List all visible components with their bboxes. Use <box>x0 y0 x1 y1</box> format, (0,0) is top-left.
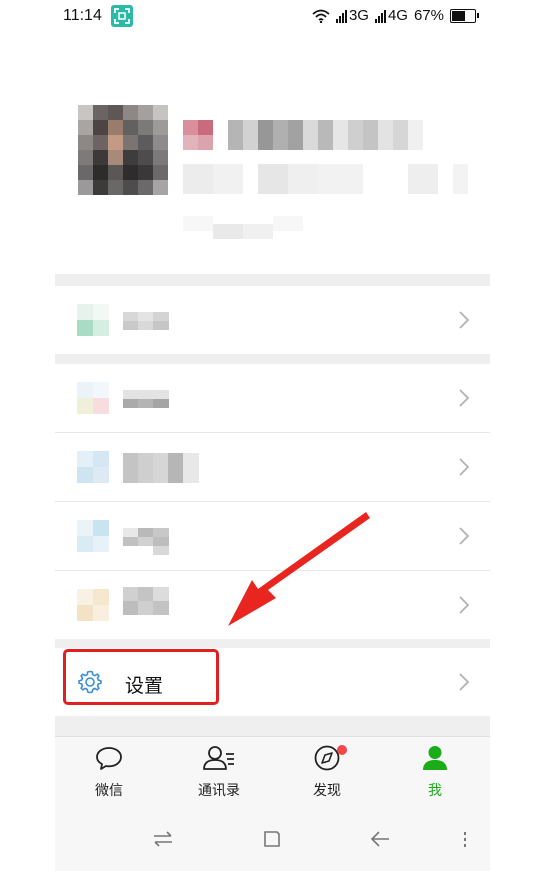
chevron-right-icon <box>459 596 470 614</box>
contacts-icon <box>203 746 234 770</box>
back-arrow-icon <box>370 831 389 847</box>
chevron-right-icon <box>459 458 470 476</box>
menu-item-5[interactable] <box>55 571 490 639</box>
tab-chats[interactable]: 微信 <box>69 745 149 800</box>
battery-icon <box>450 8 479 23</box>
screenshot-icon <box>111 5 133 27</box>
menu-item-1[interactable] <box>55 286 490 354</box>
menu-item-3-label <box>123 453 199 483</box>
menu-item-4-icon <box>77 520 109 552</box>
menu-item-3-icon <box>77 451 109 483</box>
menu-item-4[interactable] <box>55 502 490 570</box>
network-type-2: 4G <box>387 7 408 24</box>
section-gap <box>55 716 490 736</box>
menu-item-4-label <box>123 528 169 555</box>
chevron-right-icon <box>459 673 470 691</box>
menu-item-3[interactable] <box>55 433 490 501</box>
wifi-icon <box>312 9 330 23</box>
profile-header[interactable] <box>55 34 490 274</box>
battery-percent: 67% <box>413 7 444 24</box>
menu-item-2[interactable] <box>55 364 490 432</box>
menu-item-2-icon <box>77 382 109 414</box>
tab-contacts[interactable]: 通讯录 <box>179 745 259 800</box>
chevron-right-icon <box>459 527 470 545</box>
chevron-right-icon <box>459 389 470 407</box>
status-time: 11:14 <box>63 7 102 24</box>
menu-item-5-label <box>123 587 169 615</box>
section-gap <box>55 274 490 286</box>
menu-item-5-icon <box>77 589 109 621</box>
menu-dots-button[interactable] <box>452 826 478 852</box>
section-gap <box>55 354 490 364</box>
tab-me[interactable]: 我 <box>395 745 475 800</box>
network-type-1: 3G <box>348 7 369 24</box>
more-vertical-icon <box>464 832 466 847</box>
settings-item[interactable]: 设置 <box>55 648 490 716</box>
chat-bubble-icon <box>96 747 122 770</box>
tab-bar: 微信 通讯录 发现 我 <box>55 736 490 805</box>
menu-item-1-label <box>123 312 169 330</box>
back-button[interactable] <box>367 826 393 852</box>
settings-highlight-box <box>63 649 219 705</box>
avatar[interactable] <box>78 105 168 195</box>
tab-discover[interactable]: 发现 <box>287 745 367 800</box>
square-icon <box>264 831 280 847</box>
status-bar: 11:14 3G 4G 67% <box>55 0 490 34</box>
discover-badge <box>337 745 347 755</box>
wechat-id-blurred <box>183 164 483 194</box>
home-button[interactable] <box>259 826 285 852</box>
section-gap <box>55 639 490 648</box>
swap-arrows-icon <box>154 831 172 847</box>
nickname-blurred <box>183 120 423 150</box>
phone-screen: 11:14 3G 4G 67% 设置 微信 通讯录 发现 我 <box>55 0 490 871</box>
menu-item-2-label <box>123 390 169 408</box>
menu-item-1-icon <box>77 304 109 336</box>
signal-icon <box>335 9 347 23</box>
recents-swap-button[interactable] <box>150 826 176 852</box>
signal-icon-2 <box>374 9 386 23</box>
system-nav-bar <box>55 804 490 871</box>
chevron-right-icon <box>459 311 470 329</box>
person-icon <box>423 746 447 770</box>
status-blurred <box>183 216 303 246</box>
